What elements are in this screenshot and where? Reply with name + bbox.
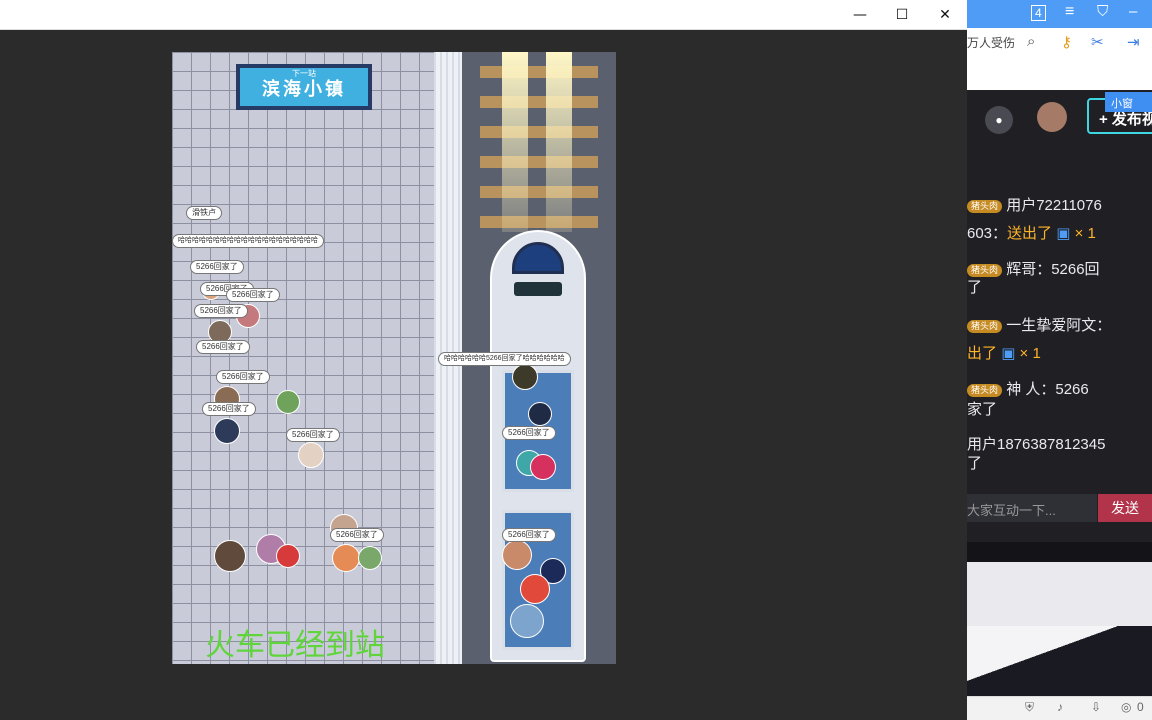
preview-image bbox=[967, 626, 1152, 696]
maximize-button[interactable]: ☐ bbox=[880, 0, 924, 30]
login-icon[interactable]: ⇥ bbox=[1127, 33, 1140, 51]
station-platform bbox=[172, 52, 434, 664]
chat-bubble: 5266回家了 bbox=[226, 288, 280, 302]
viewer-avatar bbox=[502, 540, 532, 570]
chat-message: 猪头肉 辉哥：5266回 bbox=[967, 260, 1100, 280]
browser-status-bar: ⛨ ♪ ⇩ ◎ 0 bbox=[967, 696, 1152, 720]
menu-icon[interactable]: ≡ bbox=[1065, 3, 1074, 21]
live-chat-panel: ● + 发布视 小窗 猪头肉 用户72211076 603：送出了 ▣ × 1 … bbox=[967, 90, 1152, 562]
viewer-avatar bbox=[530, 454, 556, 480]
chat-bubble: 哈哈哈哈哈哈哈哈哈哈哈哈哈哈哈哈哈哈哈哈 bbox=[172, 234, 324, 248]
viewer-avatar bbox=[214, 418, 240, 444]
search-hint: 万人受伤 bbox=[967, 36, 1016, 50]
chat-bubble: 5266回家了 bbox=[502, 528, 556, 542]
host-avatar[interactable] bbox=[1037, 102, 1067, 132]
search-icon[interactable]: ⌕ bbox=[1027, 33, 1035, 50]
viewer-avatar bbox=[520, 574, 550, 604]
train-arrived-text: 火车已经到站 bbox=[205, 628, 385, 663]
browser-top-bar: 4 ≡ ⛉ – bbox=[967, 0, 1152, 28]
speaker-icon[interactable]: ♪ bbox=[1057, 700, 1063, 714]
chat-message: 603：送出了 ▣ × 1 bbox=[967, 225, 1096, 242]
browser-right-pane: 4 ≡ ⛉ – 万人受伤 ⌕ ⚷ ✂ ⇥ ● + 发布视 小窗 猪头肉 用户72… bbox=[967, 0, 1152, 720]
chat-message: 家了 bbox=[967, 401, 998, 418]
gift-icon: ▣ bbox=[1056, 225, 1071, 242]
chat-bubble: 滑铁卢 bbox=[186, 206, 222, 220]
shirt-icon[interactable]: ⛉ bbox=[1097, 3, 1108, 20]
headlight-beam bbox=[502, 52, 528, 232]
viewer-avatar bbox=[332, 544, 360, 572]
window-titlebar: — ☐ ✕ bbox=[0, 0, 967, 30]
chat-bubble: 5266回家了 bbox=[502, 426, 556, 440]
game-scene: 下一站 滨海小镇 滑铁卢 哈哈哈哈哈哈哈哈哈哈哈哈哈哈哈哈哈哈哈哈 5266回家… bbox=[172, 52, 616, 664]
game-window: — ☐ ✕ 下一站 滨海小镇 滑铁卢 哈哈哈哈哈哈哈哈哈哈哈哈哈哈哈哈哈哈哈哈 … bbox=[0, 0, 967, 704]
fan-badge: 猪头肉 bbox=[967, 383, 1003, 397]
close-button[interactable]: ✕ bbox=[923, 0, 967, 30]
chat-bubble: 5266回家了 bbox=[202, 402, 256, 416]
viewer-avatar bbox=[298, 442, 324, 468]
chat-bubble: 5266回家了 bbox=[286, 428, 340, 442]
gift-icon: ▣ bbox=[1001, 345, 1016, 362]
scissors-icon[interactable]: ✂ bbox=[1091, 33, 1104, 51]
headlight-beam bbox=[546, 52, 572, 232]
train-display-panel bbox=[514, 282, 562, 296]
viewer-avatar bbox=[358, 546, 382, 570]
minimize-icon[interactable]: – bbox=[1129, 3, 1137, 20]
tab-count-icon[interactable]: 4 bbox=[1031, 5, 1046, 21]
chat-message: 了 bbox=[967, 279, 983, 296]
chat-message: 出了 ▣ × 1 bbox=[967, 345, 1041, 362]
viewer-avatar bbox=[528, 402, 552, 426]
viewer-avatar bbox=[512, 364, 538, 390]
shield-icon[interactable]: ⛨ bbox=[1025, 700, 1034, 715]
viewer-avatar bbox=[276, 544, 300, 568]
chat-bubble: 5266回家了 bbox=[194, 304, 248, 318]
viewer-avatar bbox=[510, 604, 544, 638]
viewer-avatar bbox=[276, 390, 300, 414]
key-icon[interactable]: ⚷ bbox=[1061, 33, 1072, 51]
train-front-window bbox=[512, 242, 564, 274]
chat-footer bbox=[967, 542, 1152, 562]
chat-icon[interactable]: ● bbox=[985, 106, 1013, 134]
chat-message: 猪头肉 用户72211076 bbox=[967, 196, 1102, 216]
minimize-button[interactable]: — bbox=[838, 0, 882, 30]
tray-icon[interactable]: ◎ bbox=[1121, 700, 1131, 714]
chat-bubble: 5266回家了 bbox=[216, 370, 270, 384]
download-icon[interactable]: ⇩ bbox=[1091, 700, 1101, 714]
station-sign: 下一站 滨海小镇 bbox=[236, 64, 372, 110]
fan-badge: 猪头肉 bbox=[967, 319, 1003, 333]
chat-input[interactable]: 大家互动一下... bbox=[967, 494, 1097, 522]
fan-badge: 猪头肉 bbox=[967, 263, 1003, 277]
chat-message: 了 bbox=[967, 455, 983, 472]
station-sign-name: 滨海小镇 bbox=[262, 79, 346, 100]
chat-bubble: 5266回家了 bbox=[196, 340, 250, 354]
chat-message: 猪头肉 一生挚爱阿文： bbox=[967, 316, 1111, 336]
chat-bubble: 哈哈哈哈哈哈5266回家了哈哈哈哈哈哈 bbox=[438, 352, 571, 366]
fan-badge: 猪头肉 bbox=[967, 199, 1003, 213]
viewer-avatar bbox=[214, 540, 246, 572]
send-button[interactable]: 发送 bbox=[1098, 494, 1152, 522]
tray-count: 0 bbox=[1137, 700, 1144, 714]
chat-message: 猪头肉 神 人：5266 bbox=[967, 380, 1089, 400]
chat-message: 用户1876387812345 bbox=[967, 436, 1106, 453]
chat-bubble: 5266回家了 bbox=[190, 260, 244, 274]
mini-window-button[interactable]: 小窗 bbox=[1105, 92, 1152, 112]
video-preview bbox=[967, 562, 1152, 696]
chat-bubble: 5266回家了 bbox=[330, 528, 384, 542]
